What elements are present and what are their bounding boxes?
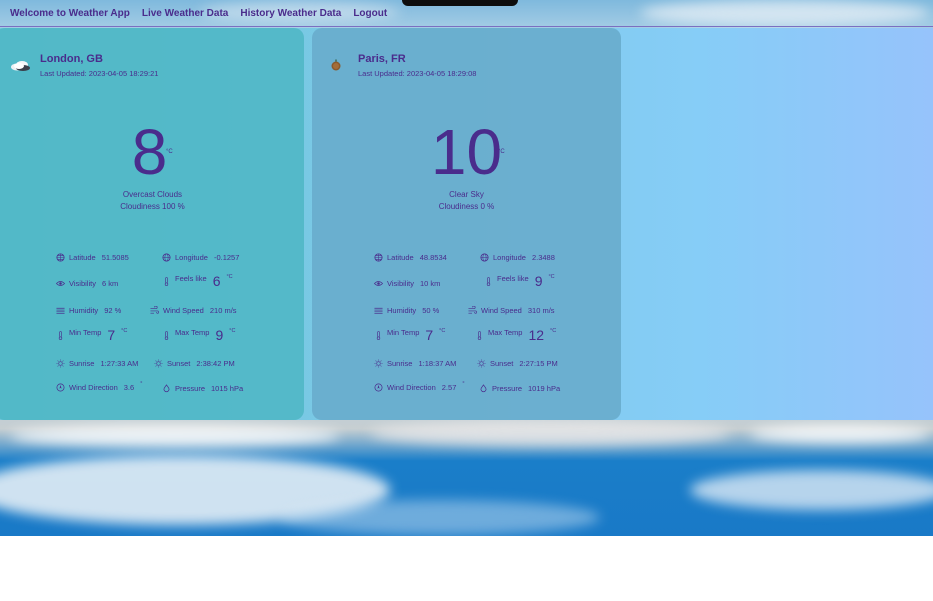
sunrise-value: 1:27:33 AM	[100, 359, 139, 368]
visibility-stat: Visibility 6 km	[56, 279, 118, 288]
compass-icon	[374, 383, 383, 392]
max-temp-stat: Max Temp 12 °C	[475, 327, 556, 343]
pressure-value: 1019 hPa	[528, 384, 561, 393]
temperature-value: 8	[131, 116, 168, 188]
pressure-value: 1015 hPa	[211, 384, 244, 393]
weather-description: Clear Sky	[449, 190, 484, 199]
overcast-clouds-icon	[9, 58, 31, 74]
longitude-stat: Longitude 2.3488	[480, 253, 555, 262]
wind-direction-value: 2.57	[441, 383, 457, 392]
sunset-icon	[477, 359, 486, 368]
eye-icon	[56, 279, 65, 288]
camera-notch	[402, 0, 518, 6]
pressure-stat: Pressure 1019 hPa	[479, 384, 560, 393]
min-temp-value: 7	[425, 327, 434, 343]
latitude-stat: Latitude 51.5085	[56, 253, 129, 262]
card-header: Paris, FR Last Updated: 2023-04-05 18:29…	[312, 52, 621, 82]
longitude-value: 2.3488	[531, 253, 555, 262]
wind-icon	[468, 306, 477, 315]
wind-speed-value: 210 m/s	[209, 306, 237, 315]
thermometer-icon	[374, 330, 383, 340]
nav-history-link[interactable]: History Weather Data	[240, 8, 341, 19]
sunrise-stat: Sunrise 1:27:33 AM	[56, 359, 138, 368]
pressure-icon	[162, 384, 171, 393]
city-name: London, GB	[40, 53, 103, 65]
sunset-value: 2:38:42 PM	[196, 359, 235, 368]
eye-icon	[374, 279, 383, 288]
sunset-stat: Sunset 2:27:15 PM	[477, 359, 558, 368]
thermometer-icon	[56, 330, 65, 340]
sunrise-icon	[56, 359, 65, 368]
humidity-stat: Humidity 50 %	[374, 306, 439, 315]
sunset-stat: Sunset 2:38:42 PM	[154, 359, 235, 368]
pressure-icon	[479, 384, 488, 393]
visibility-value: 10 km	[419, 279, 441, 288]
humidity-icon	[374, 306, 383, 315]
visibility-stat: Visibility 10 km	[374, 279, 440, 288]
latitude-value: 51.5085	[101, 253, 129, 262]
wind-speed-value: 310 m/s	[527, 306, 555, 315]
globe-icon	[374, 253, 383, 262]
humidity-value: 50 %	[422, 306, 440, 315]
temperature-value: 10	[430, 116, 503, 188]
wind-direction-stat: Wind Direction 2.57 °	[374, 381, 465, 392]
wind-speed-stat: Wind Speed 210 m/s	[150, 306, 237, 315]
min-temp-value: 7	[107, 327, 116, 343]
clear-sky-icon	[329, 58, 351, 74]
feels-like-stat: Feels like 6 °C	[162, 273, 233, 289]
visibility-value: 6 km	[101, 279, 119, 288]
thermometer-icon	[162, 276, 171, 286]
wind-direction-stat: Wind Direction 3.6 °	[56, 381, 142, 392]
longitude-value: -0.1257	[213, 253, 240, 262]
wind-icon	[150, 306, 159, 315]
latitude-value: 48.8534	[419, 253, 447, 262]
compass-icon	[56, 383, 65, 392]
thermometer-icon	[475, 330, 484, 340]
globe-icon	[480, 253, 489, 262]
app-window: Welcome to Weather App Live Weather Data…	[0, 0, 933, 601]
feels-like-value: 6	[212, 273, 221, 289]
min-temp-stat: Min Temp 7 °C	[56, 327, 127, 343]
weather-description: Overcast Clouds	[122, 190, 183, 199]
pressure-stat: Pressure 1015 hPa	[162, 384, 243, 393]
city-name: Paris, FR	[358, 53, 406, 65]
last-updated: Last Updated: 2023-04-05 18:29:08	[358, 69, 477, 78]
feels-like-value: 9	[534, 273, 543, 289]
wind-direction-value: 3.6	[123, 383, 135, 392]
latitude-stat: Latitude 48.8534	[374, 253, 447, 262]
cloudiness: Cloudiness 100 %	[120, 202, 185, 211]
nav-live-link[interactable]: Live Weather Data	[142, 8, 229, 19]
humidity-stat: Humidity 92 %	[56, 306, 121, 315]
max-temp-value: 9	[215, 327, 224, 343]
sunrise-icon	[374, 359, 383, 368]
nav-logout-link[interactable]: Logout	[353, 8, 387, 19]
weather-card-london: London, GB Last Updated: 2023-04-05 18:2…	[0, 28, 304, 420]
nav-home-link[interactable]: Welcome to Weather App	[10, 8, 130, 19]
last-updated: Last Updated: 2023-04-05 18:29:21	[40, 69, 159, 78]
wind-speed-stat: Wind Speed 310 m/s	[468, 306, 555, 315]
humidity-value: 92 %	[104, 306, 122, 315]
sunrise-value: 1:18:37 AM	[418, 359, 457, 368]
humidity-icon	[56, 306, 65, 315]
longitude-stat: Longitude -0.1257	[162, 253, 239, 262]
cloudiness: Cloudiness 0 %	[438, 202, 495, 211]
globe-icon	[162, 253, 171, 262]
max-temp-value: 12	[528, 327, 545, 343]
temperature-unit: °C	[166, 149, 173, 155]
globe-icon	[56, 253, 65, 262]
card-header: London, GB Last Updated: 2023-04-05 18:2…	[0, 52, 304, 82]
weather-card-paris: Paris, FR Last Updated: 2023-04-05 18:29…	[312, 28, 621, 420]
feels-like-stat: Feels like 9 °C	[484, 273, 555, 289]
temperature-unit: °C	[498, 149, 505, 155]
sunset-icon	[154, 359, 163, 368]
min-temp-stat: Min Temp 7 °C	[374, 327, 445, 343]
thermometer-icon	[162, 330, 171, 340]
max-temp-stat: Max Temp 9 °C	[162, 327, 235, 343]
sunrise-stat: Sunrise 1:18:37 AM	[374, 359, 456, 368]
thermometer-icon	[484, 276, 493, 286]
sunset-value: 2:27:15 PM	[519, 359, 558, 368]
